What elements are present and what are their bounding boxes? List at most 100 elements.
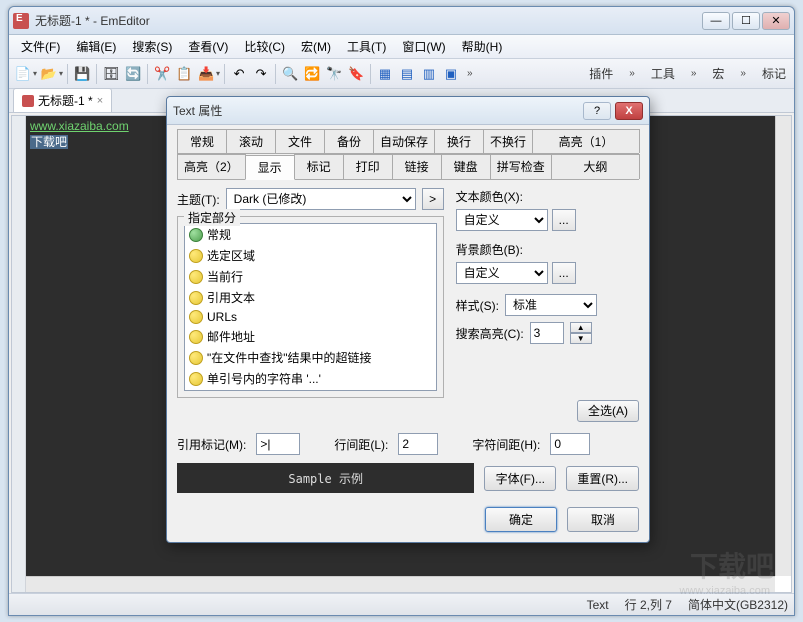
list-item[interactable]: URLs xyxy=(185,308,436,326)
theme-select[interactable]: Dark (已修改) xyxy=(226,188,416,210)
line-space-input[interactable] xyxy=(398,433,438,455)
save-icon[interactable]: 💾 xyxy=(72,64,92,84)
spinner-down-icon[interactable]: ▼ xyxy=(570,333,592,344)
copy-icon[interactable]: 📋 xyxy=(174,64,194,84)
toolbar-overflow-icon[interactable]: » xyxy=(463,68,477,79)
list-item[interactable]: 常规 xyxy=(185,224,436,245)
titlebar[interactable]: 无标题-1 * - EmEditor — ☐ ✕ xyxy=(9,7,794,35)
char-space-input[interactable] xyxy=(550,433,590,455)
document-tab-close-icon[interactable]: × xyxy=(97,95,103,107)
paste-dropdown-icon[interactable]: ▾ xyxy=(216,69,220,78)
dialog-titlebar[interactable]: Text 属性 ? X xyxy=(167,97,649,125)
parts-group: 指定部分 常规选定区域当前行引用文本URLs邮件地址"在文件中查找"结果中的超链… xyxy=(177,216,444,398)
dialog-tab[interactable]: 显示 xyxy=(245,155,295,180)
menu-macros[interactable]: 宏(M) xyxy=(293,35,339,58)
list-item[interactable]: 当前行 xyxy=(185,266,436,287)
dialog-tab[interactable]: 打印 xyxy=(343,154,393,179)
find-icon[interactable]: 🔍 xyxy=(280,64,300,84)
toolbar-macros[interactable]: 宏 xyxy=(708,63,728,84)
dialog-tab[interactable]: 大纲 xyxy=(551,154,640,179)
menu-view[interactable]: 查看(V) xyxy=(180,35,236,58)
new-file-icon[interactable]: 📄 xyxy=(13,64,33,84)
view2-icon[interactable]: ▤ xyxy=(397,64,417,84)
window-close-button[interactable]: ✕ xyxy=(762,12,790,30)
menu-search[interactable]: 搜索(S) xyxy=(124,35,180,58)
parts-group-title: 指定部分 xyxy=(184,209,240,226)
document-tab[interactable]: 无标题-1 * × xyxy=(13,88,112,112)
menu-help[interactable]: 帮助(H) xyxy=(454,35,511,58)
toolbar-plugins[interactable]: 插件 xyxy=(585,63,617,84)
list-item[interactable]: 引用文本 xyxy=(185,287,436,308)
horizontal-scrollbar[interactable] xyxy=(26,576,775,592)
dialog-tab[interactable]: 备份 xyxy=(324,129,374,153)
editor-line-1[interactable]: www.xiazaiba.com xyxy=(30,119,129,133)
dialog-tab[interactable]: 拼写检查 xyxy=(490,154,552,179)
list-item[interactable]: 单引号内的字符串 '...' xyxy=(185,368,436,389)
find-next-icon[interactable]: 🔭 xyxy=(324,64,344,84)
undo-icon[interactable]: ↶ xyxy=(229,64,249,84)
toolbar-tools[interactable]: 工具 xyxy=(647,63,679,84)
bg-color-picker-button[interactable]: ... xyxy=(552,262,576,284)
replace-icon[interactable]: 🔁 xyxy=(302,64,322,84)
list-item[interactable]: "在文件中查找"结果中的超链接 xyxy=(185,347,436,368)
style-select[interactable]: 标准 xyxy=(505,294,597,316)
vertical-scrollbar[interactable] xyxy=(775,116,791,576)
menu-compare[interactable]: 比较(C) xyxy=(236,35,293,58)
spinner-up-icon[interactable]: ▲ xyxy=(570,322,592,333)
open-dropdown-icon[interactable]: ▾ xyxy=(59,69,63,78)
dialog-tab[interactable]: 常规 xyxy=(177,129,227,153)
menu-file[interactable]: 文件(F) xyxy=(13,35,68,58)
dialog-tab[interactable]: 自动保存 xyxy=(373,129,435,153)
save-all-icon[interactable]: 🗄 xyxy=(101,64,121,84)
theme-menu-button[interactable]: > xyxy=(422,188,444,210)
list-item-icon xyxy=(189,249,203,263)
plugins-chevron-icon[interactable]: » xyxy=(625,68,639,79)
toolbar: 📄▾ 📂▾ 💾 🗄 🔄 ✂️ 📋 📥▾ ↶ ↷ 🔍 🔁 🔭 🔖 ▦ ▤ ▥ ▣ … xyxy=(9,59,794,89)
bg-color-select[interactable]: 自定义 xyxy=(456,262,548,284)
paste-icon[interactable]: 📥 xyxy=(196,64,216,84)
dialog-close-button[interactable]: X xyxy=(615,102,643,120)
search-highlight-input[interactable] xyxy=(530,322,564,344)
view1-icon[interactable]: ▦ xyxy=(375,64,395,84)
dialog-tab[interactable]: 换行 xyxy=(434,129,484,153)
bookmark-icon[interactable]: 🔖 xyxy=(346,64,366,84)
new-dropdown-icon[interactable]: ▾ xyxy=(33,69,37,78)
cut-icon[interactable]: ✂️ xyxy=(152,64,172,84)
select-all-button[interactable]: 全选(A) xyxy=(577,400,639,422)
dialog-tab[interactable]: 高亮（2） xyxy=(177,154,246,179)
list-item[interactable]: 选定区域 xyxy=(185,245,436,266)
toolbar-marks[interactable]: 标记 xyxy=(758,63,790,84)
ok-button[interactable]: 确定 xyxy=(485,507,557,532)
open-file-icon[interactable]: 📂 xyxy=(39,64,59,84)
redo-icon[interactable]: ↷ xyxy=(251,64,271,84)
menu-edit[interactable]: 编辑(E) xyxy=(68,35,124,58)
reload-icon[interactable]: 🔄 xyxy=(123,64,143,84)
bg-color-label: 背景颜色(B): xyxy=(456,241,639,258)
text-color-picker-button[interactable]: ... xyxy=(552,209,576,231)
dialog-tab[interactable]: 滚动 xyxy=(226,129,276,153)
list-item-label: 引用文本 xyxy=(207,289,255,306)
minimize-button[interactable]: — xyxy=(702,12,730,30)
view3-icon[interactable]: ▥ xyxy=(419,64,439,84)
dialog-tab[interactable]: 不换行 xyxy=(483,129,533,153)
reset-button[interactable]: 重置(R)... xyxy=(566,466,639,491)
dialog-tab[interactable]: 标记 xyxy=(294,154,344,179)
text-color-select[interactable]: 自定义 xyxy=(456,209,548,231)
dialog-tab[interactable]: 文件 xyxy=(275,129,325,153)
quote-mark-input[interactable] xyxy=(256,433,300,455)
parts-listbox[interactable]: 常规选定区域当前行引用文本 URLs邮件地址"在文件中查找"结果中的超链接单引号内… xyxy=(184,223,437,391)
maximize-button[interactable]: ☐ xyxy=(732,12,760,30)
list-item[interactable]: 双引号内的字符串 "..." xyxy=(185,389,436,391)
dialog-tab[interactable]: 链接 xyxy=(392,154,442,179)
font-button[interactable]: 字体(F)... xyxy=(484,466,556,491)
menu-window[interactable]: 窗口(W) xyxy=(394,35,453,58)
dialog-tab[interactable]: 高亮（1） xyxy=(532,129,640,153)
view4-icon[interactable]: ▣ xyxy=(441,64,461,84)
menu-tools[interactable]: 工具(T) xyxy=(339,35,394,58)
dialog-help-button[interactable]: ? xyxy=(583,102,611,120)
list-item[interactable]: 邮件地址 xyxy=(185,326,436,347)
dialog-tab[interactable]: 键盘 xyxy=(441,154,491,179)
cancel-button[interactable]: 取消 xyxy=(567,507,639,532)
macros-chevron-icon[interactable]: » xyxy=(736,68,750,79)
tools-chevron-icon[interactable]: » xyxy=(687,68,701,79)
